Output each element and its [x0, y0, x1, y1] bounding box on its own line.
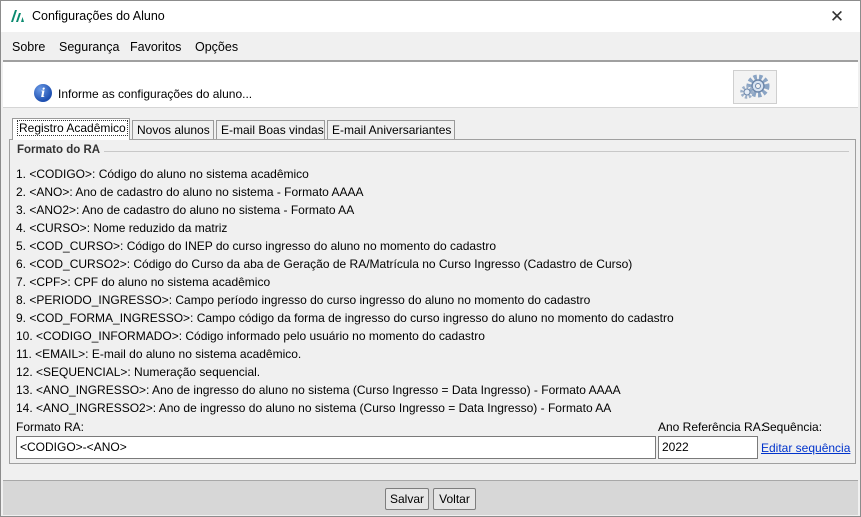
formato-ra-input[interactable]: <CODIGO>-<ANO>: [16, 436, 656, 459]
save-button[interactable]: Salvar: [385, 488, 429, 510]
menu-bar: Sobre Segurança Favoritos Opções: [1, 32, 860, 60]
info-icon: i: [34, 84, 52, 102]
list-item: 4. <CURSO>: Nome reduzido da matriz: [16, 221, 228, 235]
ano-referencia-input[interactable]: 2022: [658, 436, 758, 459]
list-item: 1. <CODIGO>: Código do aluno no sistema …: [16, 167, 309, 181]
list-item: 3. <ANO2>: Ano de cadastro do aluno no s…: [16, 203, 355, 217]
tab-registro-academico[interactable]: Registro Acadêmico: [12, 118, 130, 140]
list-item: 9. <COD_FORMA_INGRESSO>: Campo código da…: [16, 311, 674, 325]
list-item: 6. <COD_CURSO2>: Código do Curso da aba …: [16, 257, 633, 271]
list-item: 7. <CPF>: CPF do aluno no sistema acadêm…: [16, 275, 271, 289]
list-item: 2. <ANO>: Ano de cadastro do aluno no si…: [16, 185, 364, 199]
list-item: 8. <PERIODO_INGRESSO>: Campo período ing…: [16, 293, 591, 307]
editar-sequencia-link[interactable]: Editar sequência: [761, 441, 850, 455]
ra-format-list: 1. <CODIGO>: Código do aluno no sistema …: [16, 167, 846, 419]
window-title: Configurações do Aluno: [32, 9, 165, 23]
tab-label: Novos alunos: [137, 123, 210, 137]
list-item: 11. <EMAIL>: E-mail do aluno no sistema …: [16, 347, 302, 361]
header-panel: i Informe as configurações do aluno...: [3, 62, 858, 108]
back-button[interactable]: Voltar: [433, 488, 476, 510]
menu-opcoes[interactable]: Opções: [195, 40, 238, 54]
tab-label: E-mail Boas vindas: [221, 123, 324, 137]
group-divider: [104, 151, 849, 152]
tab-novos-alunos[interactable]: Novos alunos: [132, 120, 214, 140]
close-button[interactable]: ✕: [814, 1, 860, 32]
app-logo-icon: [11, 10, 24, 22]
menu-favoritos[interactable]: Favoritos: [130, 40, 181, 54]
list-item: 10. <CODIGO_INFORMADO>: Código informado…: [16, 329, 485, 343]
title-bar[interactable]: Configurações do Aluno ✕: [1, 1, 860, 32]
gear-icon: [740, 74, 770, 99]
list-item: 5. <COD_CURSO>: Código do INEP do curso …: [16, 239, 497, 253]
menu-sobre[interactable]: Sobre: [12, 40, 45, 54]
menu-seguranca[interactable]: Segurança: [59, 40, 119, 54]
list-item: 12. <SEQUENCIAL>: Numeração sequencial.: [16, 365, 261, 379]
tab-label: Registro Acadêmico: [17, 120, 128, 136]
formato-ra-label: Formato RA:: [16, 420, 85, 434]
close-icon: ✕: [829, 6, 845, 26]
configuracoes-window: Configurações do Aluno ✕ Sobre Segurança…: [0, 0, 861, 517]
list-item: 14. <ANO_INGRESSO2>: Ano de ingresso do …: [16, 401, 612, 415]
settings-image: [733, 70, 777, 104]
tab-email-boas-vindas[interactable]: E-mail Boas vindas: [216, 120, 325, 140]
tab-email-aniversariantes[interactable]: E-mail Aniversariantes: [327, 120, 455, 140]
registro-academico-panel: Formato do RA 1. <CODIGO>: Código do alu…: [9, 139, 856, 464]
button-bar: Salvar Voltar: [3, 480, 858, 515]
group-title: Formato do RA: [17, 144, 101, 156]
ano-referencia-label: Ano Referência RA:: [658, 420, 765, 434]
header-message: Informe as configurações do aluno...: [58, 87, 253, 101]
tab-strip: Registro Acadêmico Novos alunos E-mail B…: [1, 108, 860, 140]
sequencia-label: Sequência:: [762, 420, 823, 434]
list-item: 13. <ANO_INGRESSO>: Ano de ingresso do a…: [16, 383, 621, 397]
tab-label: E-mail Aniversariantes: [332, 123, 452, 137]
